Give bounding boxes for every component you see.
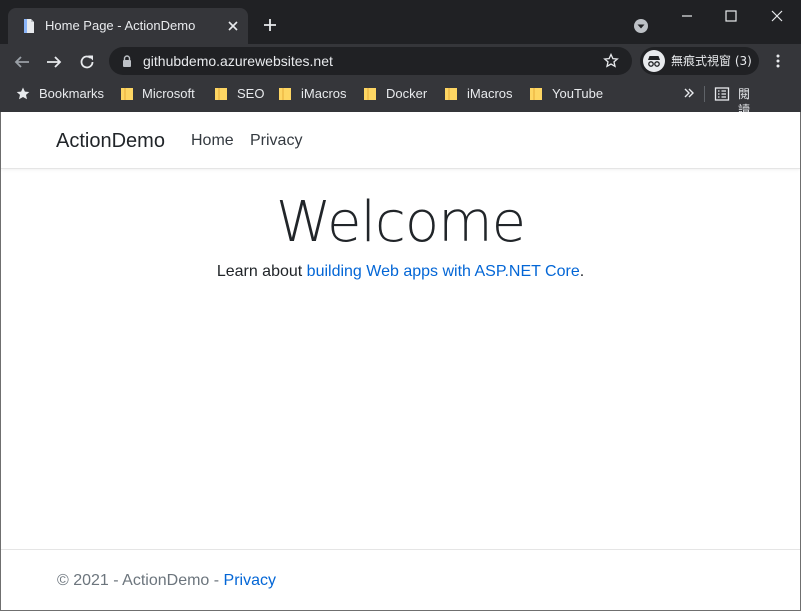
back-arrow-icon[interactable] [13,53,31,71]
folder-icon [445,88,457,100]
bookmark-label: Docker [386,86,428,101]
nav-link-home[interactable]: Home [191,131,234,151]
url-text[interactable]: githubdemo.azurewebsites.net [143,53,333,69]
folder-icon [530,88,542,100]
aspnet-docs-link[interactable]: building Web apps with ASP.NET Core [307,263,580,280]
site-brand-link[interactable]: ActionDemo [56,129,165,153]
bookmarks-divider [704,86,705,102]
page-icon [24,19,34,33]
minimize-icon[interactable] [676,5,698,27]
folder-icon [121,88,133,100]
lock-icon[interactable] [121,54,133,68]
bookmark-label: SEO [237,86,265,101]
footer-text: © 2021 - ActionDemo - Privacy [57,571,276,591]
browser-chrome: Home Page - ActionDemo githubdemo.azurew… [0,0,801,149]
incognito-icon [643,50,665,72]
web-page: ActionDemo Home Privacy Welcome Learn ab… [0,112,801,611]
more-menu-icon[interactable] [770,53,786,69]
page-title: Welcome [275,190,526,255]
star-icon [16,87,30,100]
bookmark-label: Microsoft [142,86,195,101]
tab-title: Home Page - ActionDemo [45,18,196,33]
close-icon[interactable] [226,19,240,33]
browser-tab[interactable]: Home Page - ActionDemo [8,8,248,44]
folder-icon [279,88,291,100]
bookmark-label: iMacros [301,86,347,101]
incognito-label: 無痕式視窗 (3) [671,54,752,68]
footer-privacy-link[interactable]: Privacy [224,572,276,589]
chevron-double-right-icon[interactable] [682,86,696,100]
forward-arrow-icon[interactable] [45,53,63,71]
incognito-button[interactable]: 無痕式視窗 (3) [640,47,759,75]
title-bar: Home Page - ActionDemo [0,0,801,44]
site-footer: © 2021 - ActionDemo - Privacy [1,549,800,610]
window-close-icon[interactable] [766,5,788,27]
bookmarks-bar: Bookmarks Microsoft SEO iMacros Docker i… [0,78,801,149]
bookmark-label: Bookmarks [39,86,105,101]
new-tab-icon[interactable] [262,17,278,33]
copyright-text: © 2021 - ActionDemo - [57,572,224,589]
site-navbar: ActionDemo Home Privacy [1,112,800,169]
nav-link-privacy[interactable]: Privacy [250,131,302,151]
tab-search-icon[interactable] [633,18,649,34]
intro-suffix: . [579,263,585,280]
folder-icon [215,88,227,100]
bookmark-label: iMacros [467,86,513,101]
bookmark-label: YouTube [552,86,604,101]
intro-prefix: Learn about [216,263,307,280]
bookmark-star-icon[interactable] [603,53,619,69]
browser-toolbar: githubdemo.azurewebsites.net 無痕式視窗 (3) [0,44,801,78]
maximize-icon[interactable] [720,5,742,27]
folder-icon [364,88,376,100]
reading-list-icon [714,87,730,101]
reload-icon[interactable] [78,53,96,71]
address-bar[interactable]: githubdemo.azurewebsites.net [109,47,632,75]
intro-text: Learn about building Web apps with ASP.N… [1,262,800,282]
